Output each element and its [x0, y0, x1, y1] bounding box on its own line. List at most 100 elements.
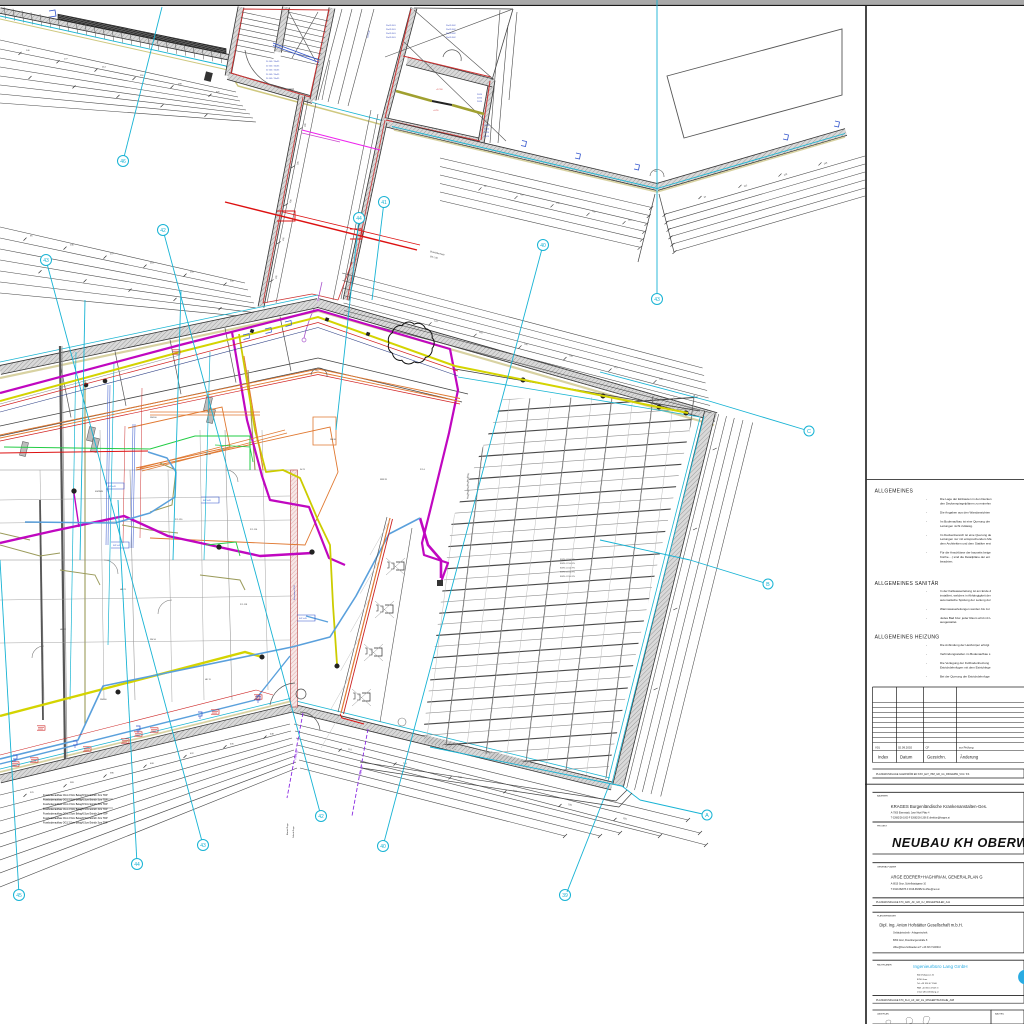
svg-text:+4.70: +4.70	[433, 110, 439, 112]
svg-text:20/20: 20/20	[477, 101, 483, 103]
svg-text:ALLGEMEINES: ALLGEMEINES	[875, 489, 914, 495]
svg-text:HK 21: HK 21	[120, 589, 127, 591]
svg-text:ALLGEMEINES HEIZUNG: ALLGEMEINES HEIZUNG	[875, 635, 940, 641]
svg-text:DN 50: DN 50	[150, 639, 157, 641]
svg-text:Warmwasserleitungen werden bis: Warmwasserleitungen werden bis zur	[940, 607, 990, 611]
svg-text:R 1.116: R 1.116	[250, 529, 258, 531]
svg-text:Bei der Querung der Estrichdeh: Bei der Querung der Estrichdehnfuge	[940, 674, 990, 678]
svg-text:C: C	[807, 429, 811, 435]
svg-text:A-8010 Graz, Schießstattgasse: A-8010 Graz, Schießstattgasse 10	[891, 883, 927, 886]
svg-text:20x35 S01: 20x35 S01	[386, 29, 396, 31]
svg-text:PLANGRUNDLAGE ILLER/WÖM ED: PLANGRUNDLAGE ILLER/WÖM ED KXX_ELT_IHM_G…	[876, 773, 970, 776]
svg-text:20 105 / 20x35: 20 105 / 20x35	[266, 70, 280, 72]
svg-text:Tel +43 316 47 1500: Tel +43 316 47 1500	[917, 983, 938, 985]
svg-text:20x35 S01: 20x35 S01	[386, 25, 396, 27]
svg-text:20/24: 20/24	[484, 125, 490, 127]
svg-text:20/20: 20/20	[477, 94, 483, 96]
svg-text:automatische Spülung der Leitu: automatische Spülung der Leitung dur	[940, 598, 991, 602]
svg-text:Fussbodenaufbau OG1 2.5cm Bela: Fussbodenaufbau OG1 2.5cm Belag/6.5cm Es…	[43, 794, 108, 797]
svg-text:ALLGEMEINES SANITÄR: ALLGEMEINES SANITÄR	[875, 580, 939, 587]
svg-text:20x35 S01: 20x35 S01	[386, 33, 396, 35]
svg-text:Estrichdehnfugen mit dem Estri: Estrichdehnfugen mit dem Estrichlege	[940, 665, 991, 669]
svg-text:39: 39	[562, 893, 568, 899]
svg-text:20x35 S02: 20x35 S02	[446, 29, 456, 31]
svg-text:Die Lage der Einbauten in den: Die Lage der Einbauten in den Decken	[940, 497, 992, 501]
svg-text:HK 11: HK 11	[205, 454, 211, 456]
svg-text:dem Architekten und dem Statik: dem Architekten und dem Statiker erst	[940, 542, 991, 546]
svg-text:R 1.118: R 1.118	[240, 604, 248, 606]
svg-text:beachten.: beachten.	[940, 559, 953, 563]
svg-text:20 105 / 20x35: 20 105 / 20x35	[266, 74, 280, 76]
svg-text:LAGEPLAN: LAGEPLAN	[877, 1013, 889, 1016]
svg-text:20x35 S01: 20x35 S01	[386, 37, 396, 39]
svg-text:BWM 4.1500 FN: BWM 4.1500 FN	[560, 567, 575, 569]
svg-text:Schnitt Fuge: Schnitt Fuge	[292, 825, 295, 838]
svg-text:43: 43	[654, 297, 660, 303]
svg-text:40: 40	[380, 844, 386, 850]
svg-text:20/24: 20/24	[484, 129, 490, 131]
svg-text:Die Verlegung der Fußbodenheiz: Die Verlegung der Fußbodenheizung	[940, 661, 989, 665]
svg-text:-: -	[926, 510, 927, 514]
svg-text:KW 5x28: KW 5x28	[108, 486, 116, 488]
svg-text:-: -	[926, 652, 927, 656]
svg-text:DN 80: DN 80	[330, 439, 337, 441]
svg-text:KW 5x28: KW 5x28	[299, 618, 307, 620]
svg-text:PLANGRUNDLAGE K70_KLU_AF_GR_: PLANGRUNDLAGE K70_KLU_AF_GR_1G_RINGERTSU…	[876, 999, 955, 1002]
svg-text:BWM 4.1500 FN: BWM 4.1500 FN	[560, 563, 575, 565]
svg-text:KW 5x28: KW 5x28	[113, 545, 121, 547]
svg-text:ausgestattet.: ausgestattet.	[940, 620, 957, 624]
svg-text:BAUTEIL: BAUTEIL	[995, 1013, 1005, 1016]
svg-text:20 105 / 20x35: 20 105 / 20x35	[266, 65, 280, 67]
svg-text:41: 41	[381, 200, 387, 206]
svg-text:PLANGRUNDLAGE K70_ARC_AF_GR_: PLANGRUNDLAGE K70_ARC_AF_GR_1U_RINGERTEI…	[876, 901, 951, 904]
svg-text:Im Deckenbereich ist eine Quer: Im Deckenbereich ist eine Querung de	[940, 533, 992, 537]
svg-text:Dipl. Ing. Anton Hofstätter Ge: Dipl. Ing. Anton Hofstätter Gesellschaft…	[879, 923, 963, 928]
svg-text:43: 43	[200, 843, 206, 849]
svg-text:-: -	[926, 519, 927, 523]
svg-text:Verbindungsstellen im Bodenauf: Verbindungsstellen im Bodenaufbau s	[940, 652, 991, 656]
svg-text:Fussbodenaufbau OG1 2.5cm Bela: Fussbodenaufbau OG1 2.5cm Belag/6.5cm Es…	[43, 822, 108, 825]
svg-text:den Deckenspiegelplänen zu ent: den Deckenspiegelplänen zu entnehm	[940, 501, 992, 505]
svg-text:Leitungen nur mit entsprechend: Leitungen nur mit entsprechendem Ma	[940, 537, 992, 541]
svg-text:Fussbodenaufbau OG1 2.5cm Bela: Fussbodenaufbau OG1 2.5cm Belag/6.5cm Es…	[43, 803, 108, 806]
svg-text:40: 40	[540, 243, 546, 249]
svg-text:V01: V01	[875, 745, 880, 749]
svg-text:KRAGES Burgenländische Kranken: KRAGES Burgenländische Krankenanstalten-…	[891, 804, 987, 809]
svg-text:BWM 4.1500 FN: BWM 4.1500 FN	[560, 559, 575, 561]
svg-text:email office@iblang.at: email office@iblang.at	[917, 991, 939, 994]
svg-text:Gebäudetechnik - Anlagentechni: Gebäudetechnik - Anlagentechnik	[893, 932, 928, 935]
svg-text:CF: CF	[926, 745, 930, 749]
svg-text:B: B	[766, 582, 770, 588]
svg-text:office@hoev.hofstaetter.at: office@hoev.hofstaetter.at T +43 316 712…	[893, 946, 942, 949]
svg-text:-: -	[926, 674, 927, 678]
svg-text:20 105 / 20x35: 20 105 / 20x35	[266, 78, 280, 80]
svg-text:45: 45	[16, 893, 22, 899]
svg-text:KW 5x28: KW 5x28	[203, 500, 211, 502]
svg-text:Bauteil Fuge: Bauteil Fuge	[286, 822, 289, 835]
svg-text:20/24: 20/24	[484, 132, 490, 134]
svg-text:Die Anbindung der Heizkörper e: Die Anbindung der Heizkörper erfolgt	[940, 643, 989, 647]
svg-text:PROJEKT: PROJEKT	[877, 826, 888, 828]
svg-text:Leitungen nicht zulässig.: Leitungen nicht zulässig.	[940, 524, 973, 528]
svg-text:In der Kaltwasserleitung ist a: In der Kaltwasserleitung ist am Ende d	[940, 589, 992, 593]
svg-text:Küche....) sind die Detailplän: Küche....) sind die Detailpläne der ent	[940, 555, 990, 559]
svg-text:ARGE EDERER+HAGHIRIAN, GENERAL: ARGE EDERER+HAGHIRIAN, GENERALPLAN G	[891, 875, 983, 880]
svg-text:Ingenieurbüro Lang GmbH: Ingenieurbüro Lang GmbH	[913, 964, 967, 969]
svg-text:Fussbodenaufbau OG1 2.5cm Bela: Fussbodenaufbau OG1 2.5cm Belag/6.5cm Es…	[43, 808, 108, 811]
svg-text:HK 22: HK 22	[60, 629, 67, 631]
svg-text:-: -	[926, 643, 927, 647]
svg-text:Jedes Bad bzw. jeder Raum wird: Jedes Bad bzw. jeder Raum wird mit L	[940, 616, 991, 620]
svg-text:zur Prüfung: zur Prüfung	[959, 745, 974, 749]
svg-text:T 0316-682076 F 0316-6829: T 0316-682076 F 0316-682952 E office@nex…	[891, 888, 940, 891]
svg-text:-: -	[926, 607, 927, 611]
svg-text:installiert, welches in Abhäng: installiert, welches in Abhängigkeit der	[940, 593, 991, 597]
svg-text:Gezeichn.: Gezeichn.	[927, 755, 946, 760]
svg-text:GENERALPLANER: GENERALPLANER	[877, 866, 897, 869]
svg-text:Fussbodenaufbau OG1 2.5cm Bela: Fussbodenaufbau OG1 2.5cm Belag/6.5cm Es…	[43, 817, 108, 820]
svg-text:-: -	[926, 661, 927, 665]
svg-text:-: -	[926, 551, 927, 555]
svg-text:42: 42	[160, 228, 166, 234]
svg-text:PLANVERFASSER: PLANVERFASSER	[877, 915, 896, 918]
svg-text:20/24: 20/24	[484, 136, 490, 138]
svg-text:NEUBAU KH OBERW: NEUBAU KH OBERW	[892, 835, 1024, 850]
